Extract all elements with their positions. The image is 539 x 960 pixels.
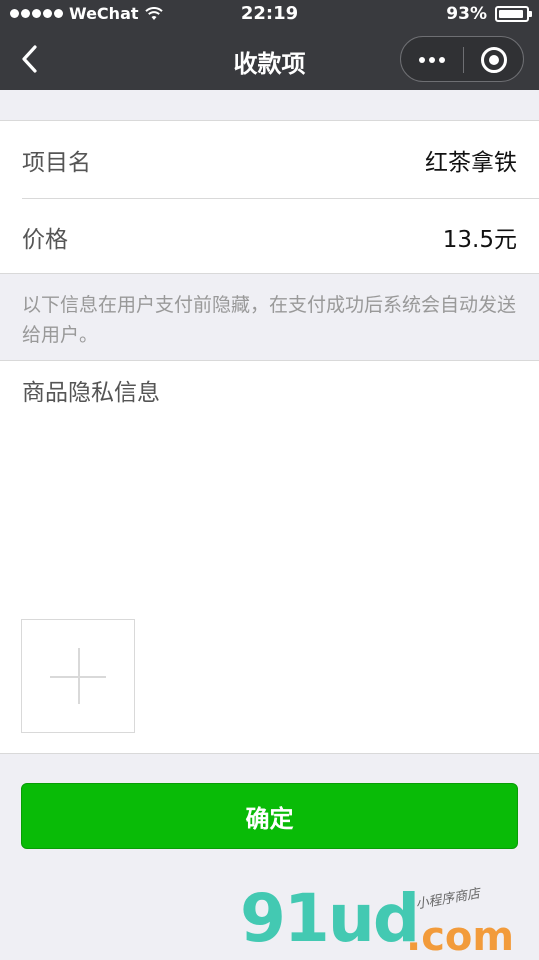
status-bar: WeChat 22:19 93%: [0, 0, 539, 28]
menu-capsule: [400, 36, 524, 82]
image-upload-button[interactable]: [21, 619, 135, 733]
nav-bar: 收款项: [0, 28, 539, 90]
price-row[interactable]: 价格 13.5元: [0, 198, 539, 275]
watermark-logo: 91ud: [240, 880, 420, 957]
more-dots-icon[interactable]: [401, 37, 463, 83]
item-form: 项目名 红茶拿铁 价格 13.5元: [0, 120, 539, 274]
target-close-icon[interactable]: [481, 47, 507, 73]
battery-area: 93%: [446, 4, 532, 24]
capsule-divider: [463, 47, 464, 73]
private-info-placeholder[interactable]: 商品隐私信息: [22, 373, 160, 407]
confirm-button[interactable]: 确定: [21, 783, 518, 849]
watermark-domain: .com: [406, 914, 515, 960]
item-name-label: 项目名: [22, 149, 91, 176]
price-value[interactable]: 13.5元: [443, 220, 517, 254]
watermark: 91ud 小程序商店 .com: [240, 880, 535, 960]
privacy-notice: 以下信息在用户支付前隐藏，在支付成功后系统会自动发送给用户。: [22, 294, 517, 346]
battery-percent: 93%: [446, 4, 487, 24]
battery-icon: [495, 6, 532, 22]
price-label: 价格: [22, 226, 68, 253]
item-name-row[interactable]: 项目名 红茶拿铁: [0, 121, 539, 198]
battery-fill: [499, 10, 524, 18]
private-info-section[interactable]: 商品隐私信息: [0, 360, 539, 754]
item-name-value[interactable]: 红茶拿铁: [425, 143, 517, 177]
watermark-tagline: 小程序商店: [414, 886, 482, 913]
